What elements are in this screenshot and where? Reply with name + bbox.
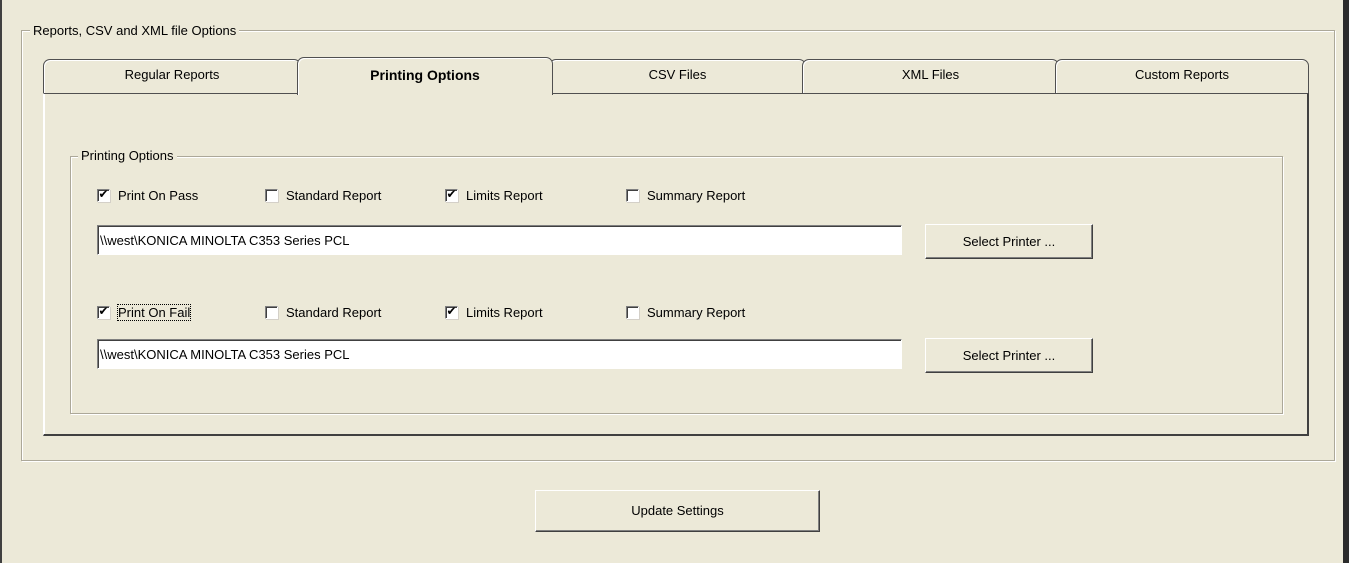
fail-standard-report-label: Standard Report — [286, 304, 382, 320]
fail-printer-field[interactable] — [97, 339, 902, 369]
fail-select-printer-button[interactable]: Select Printer ... — [925, 338, 1093, 373]
checkmark-icon: ✔ — [446, 303, 457, 318]
fail-summary-report-label: Summary Report — [647, 304, 746, 320]
window-right-edge — [1343, 0, 1349, 563]
fail-standard-report-checkbox[interactable]: Standard Report — [265, 303, 381, 321]
update-settings-button[interactable]: Update Settings — [535, 490, 820, 532]
pass-select-printer-button[interactable]: Select Printer ... — [925, 224, 1093, 259]
pass-standard-report-label: Standard Report — [286, 187, 382, 203]
pass-standard-report-checkbox-box[interactable] — [265, 188, 278, 202]
print-on-fail-checkbox[interactable]: ✔ Print On Fail — [97, 303, 192, 321]
print-on-pass-checkbox[interactable]: ✔ Print On Pass — [97, 186, 198, 204]
print-on-pass-label: Print On Pass — [118, 187, 199, 203]
pass-limits-report-checkbox[interactable]: ✔ Limits Report — [445, 186, 543, 204]
tab-csv-files[interactable]: CSV Files — [549, 59, 806, 93]
tab-printing-options[interactable]: Printing Options — [297, 57, 553, 95]
fail-options-row: ✔ Print On Fail Standard Report ✔ Limits… — [97, 303, 797, 321]
checkmark-icon: ✔ — [98, 186, 109, 201]
checkmark-icon: ✔ — [98, 303, 109, 318]
pass-limits-report-label: Limits Report — [466, 187, 543, 203]
print-on-fail-checkbox-box[interactable]: ✔ — [97, 303, 110, 319]
fail-standard-report-checkbox-box[interactable] — [265, 305, 278, 319]
pass-summary-report-checkbox-box[interactable] — [626, 188, 639, 202]
tab-xml-files[interactable]: XML Files — [802, 59, 1059, 93]
tab-custom-reports[interactable]: Custom Reports — [1055, 59, 1309, 93]
window-left-edge — [0, 0, 2, 563]
pass-summary-report-checkbox[interactable]: Summary Report — [626, 186, 745, 204]
pass-options-row: ✔ Print On Pass Standard Report ✔ Limits… — [97, 186, 797, 204]
fail-limits-report-checkbox-box[interactable]: ✔ — [445, 303, 458, 319]
pass-limits-report-checkbox-box[interactable]: ✔ — [445, 186, 458, 202]
print-on-pass-checkbox-box[interactable]: ✔ — [97, 186, 110, 202]
fail-summary-report-checkbox-box[interactable] — [626, 305, 639, 319]
pass-summary-report-label: Summary Report — [647, 187, 746, 203]
fail-limits-report-checkbox[interactable]: ✔ Limits Report — [445, 303, 543, 321]
fail-limits-report-label: Limits Report — [466, 304, 543, 320]
checkmark-icon: ✔ — [446, 186, 457, 201]
pass-standard-report-checkbox[interactable]: Standard Report — [265, 186, 381, 204]
reports-options-group-title: Reports, CSV and XML file Options — [30, 23, 240, 38]
fail-summary-report-checkbox[interactable]: Summary Report — [626, 303, 745, 321]
printing-options-group-title: Printing Options — [78, 148, 177, 163]
pass-printer-field[interactable] — [97, 225, 902, 255]
tab-regular-reports[interactable]: Regular Reports — [43, 59, 301, 93]
print-on-fail-label: Print On Fail — [116, 303, 192, 321]
